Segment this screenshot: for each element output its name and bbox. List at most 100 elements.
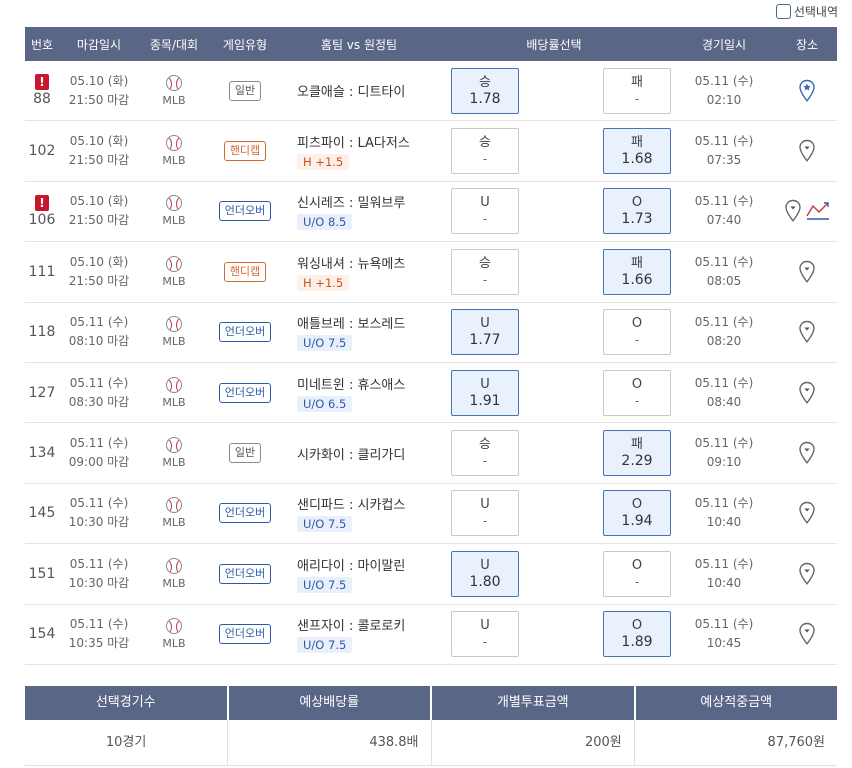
match-cell: 샌디파드 : 시카컵스 U/O 7.5 bbox=[281, 484, 437, 543]
location-pin-icon[interactable] bbox=[798, 381, 816, 405]
selection-checkbox[interactable] bbox=[775, 4, 791, 19]
match-name: 신시레즈 : 밀워브루 bbox=[297, 196, 406, 212]
selection-toggle[interactable]: 선택내역 bbox=[775, 3, 838, 20]
odds-left-value: - bbox=[482, 454, 488, 469]
location-pin-icon[interactable] bbox=[798, 320, 816, 344]
venue-cell bbox=[777, 423, 837, 482]
baseball-icon bbox=[166, 135, 182, 152]
odds-left-label: U bbox=[480, 557, 490, 573]
deadline-time: 21:50 마감 bbox=[68, 92, 130, 107]
baseball-icon bbox=[166, 316, 182, 333]
sport-cell: MLB bbox=[139, 484, 209, 543]
game-time-cell: 05.11 (수) 10:40 bbox=[671, 544, 777, 603]
odds-button-right[interactable]: O 1.89 bbox=[603, 611, 671, 658]
game-time-cell: 05.11 (수) 08:20 bbox=[671, 303, 777, 362]
deadline-cell: 05.11 (수) 10:30 마감 bbox=[59, 544, 139, 603]
game-type-cell: 일반 bbox=[209, 423, 281, 482]
odds-button-left[interactable]: U - bbox=[451, 188, 519, 235]
odds-right-value: 2.29 bbox=[621, 453, 653, 470]
odds-right-label: O bbox=[631, 497, 643, 513]
odds-button-left[interactable]: U 1.91 bbox=[451, 369, 519, 416]
game-type-badge: 언더오버 bbox=[218, 201, 272, 222]
game-time-cell: 05.11 (수) 08:05 bbox=[671, 242, 777, 301]
league-name: MLB bbox=[162, 516, 186, 530]
handicap-line: U/O 7.5 bbox=[297, 335, 353, 352]
odds-button-left[interactable]: 승 - bbox=[451, 430, 519, 477]
location-pin-icon[interactable] bbox=[784, 199, 802, 223]
odds-button-right[interactable]: O 1.94 bbox=[603, 490, 671, 537]
odds-button-left[interactable]: 승 - bbox=[451, 128, 519, 175]
location-pin-star-icon[interactable] bbox=[798, 79, 816, 103]
deadline-date: 05.10 (화) bbox=[69, 254, 129, 269]
game-date: 05.11 (수) bbox=[694, 375, 754, 390]
row-number-cell: 111 bbox=[25, 242, 59, 301]
odds-cell: 승 1.78 패 - bbox=[437, 61, 671, 120]
header-match: 홈팀 vs 원정팀 bbox=[320, 37, 398, 52]
deadline-time: 08:30 마감 bbox=[68, 394, 130, 409]
game-time-cell: 05.11 (수) 08:40 bbox=[671, 363, 777, 422]
game-type-cell: 핸디캡 bbox=[209, 242, 281, 301]
odds-left-label: 승 bbox=[479, 255, 491, 271]
odds-right-value: 1.89 bbox=[621, 634, 653, 651]
summary-odds: 438.8배 bbox=[228, 720, 432, 765]
odds-button-left[interactable]: U 1.77 bbox=[451, 309, 519, 356]
odds-button-right[interactable]: 패 1.66 bbox=[603, 248, 671, 295]
match-name: 피츠파이 : LA다저스 bbox=[297, 136, 410, 152]
summary-header-payout: 예상적중금액 bbox=[700, 695, 773, 710]
odds-button-left[interactable]: U 1.80 bbox=[451, 550, 519, 597]
odds-cell: U 1.80 O - bbox=[437, 544, 671, 603]
game-date: 05.11 (수) bbox=[694, 496, 754, 511]
game-time: 10:40 bbox=[706, 515, 742, 530]
odds-cell: U 1.77 O - bbox=[437, 303, 671, 362]
row-number: 111 bbox=[28, 263, 56, 280]
deadline-date: 05.11 (수) bbox=[69, 496, 129, 511]
game-time-cell: 05.11 (수) 09:10 bbox=[671, 423, 777, 482]
odds-button-right[interactable]: 패 - bbox=[603, 67, 671, 114]
odds-button-left[interactable]: 승 1.78 bbox=[451, 67, 519, 114]
odds-button-right[interactable]: 패 2.29 bbox=[603, 430, 671, 477]
deadline-time: 21:50 마감 bbox=[68, 153, 130, 168]
odds-right-label: 패 bbox=[631, 255, 643, 271]
match-name: 오클애슬 : 디트타이 bbox=[297, 85, 406, 101]
game-type-cell: 일반 bbox=[209, 61, 281, 120]
location-pin-icon[interactable] bbox=[798, 441, 816, 465]
odds-button-right[interactable]: O - bbox=[603, 550, 671, 597]
odds-button-right[interactable]: 패 1.68 bbox=[603, 128, 671, 175]
odds-left-label: 승 bbox=[479, 437, 491, 453]
trend-chart-icon[interactable] bbox=[806, 201, 830, 221]
baseball-icon bbox=[166, 74, 182, 91]
odds-right-value: - bbox=[634, 91, 640, 106]
summary-body: 10경기 438.8배 200원 87,760원 bbox=[25, 720, 837, 766]
row-number: 127 bbox=[28, 384, 56, 401]
deadline-cell: 05.10 (화) 21:50 마감 bbox=[59, 121, 139, 180]
warning-icon: ! bbox=[35, 194, 49, 211]
odds-right-label: 패 bbox=[631, 74, 643, 90]
location-pin-icon[interactable] bbox=[798, 562, 816, 586]
row-number-cell: ! 88 bbox=[25, 61, 59, 120]
odds-button-right[interactable]: O - bbox=[603, 369, 671, 416]
row-number: 118 bbox=[28, 324, 56, 341]
location-pin-icon[interactable] bbox=[798, 139, 816, 163]
location-pin-icon[interactable] bbox=[798, 622, 816, 646]
odds-button-right[interactable]: O 1.73 bbox=[603, 188, 671, 235]
game-time: 07:35 bbox=[706, 153, 742, 168]
row-number: 106 bbox=[28, 211, 56, 228]
odds-cell: U - O 1.89 bbox=[437, 605, 671, 664]
venue-cell bbox=[777, 363, 837, 422]
odds-button-right[interactable]: O - bbox=[603, 309, 671, 356]
odds-button-left[interactable]: U - bbox=[451, 611, 519, 658]
location-pin-icon[interactable] bbox=[798, 260, 816, 284]
game-type-cell: 언더오버 bbox=[209, 605, 281, 664]
baseball-icon bbox=[166, 437, 182, 454]
odds-cell: 승 - 패 1.68 bbox=[437, 121, 671, 180]
odds-right-value: - bbox=[634, 574, 640, 589]
odds-button-left[interactable]: U - bbox=[451, 490, 519, 537]
odds-left-label: U bbox=[480, 195, 490, 211]
game-date: 05.11 (수) bbox=[694, 73, 754, 88]
odds-left-label: U bbox=[480, 316, 490, 332]
location-pin-icon[interactable] bbox=[798, 501, 816, 525]
odds-button-left[interactable]: 승 - bbox=[451, 248, 519, 295]
handicap-line: H +1.5 bbox=[297, 274, 350, 291]
header-sport: 종목/대회 bbox=[149, 37, 199, 52]
table-body: ! 88 05.10 (화) 21:50 마감 MLB 일반 오클애슬 : 디트… bbox=[25, 61, 837, 665]
